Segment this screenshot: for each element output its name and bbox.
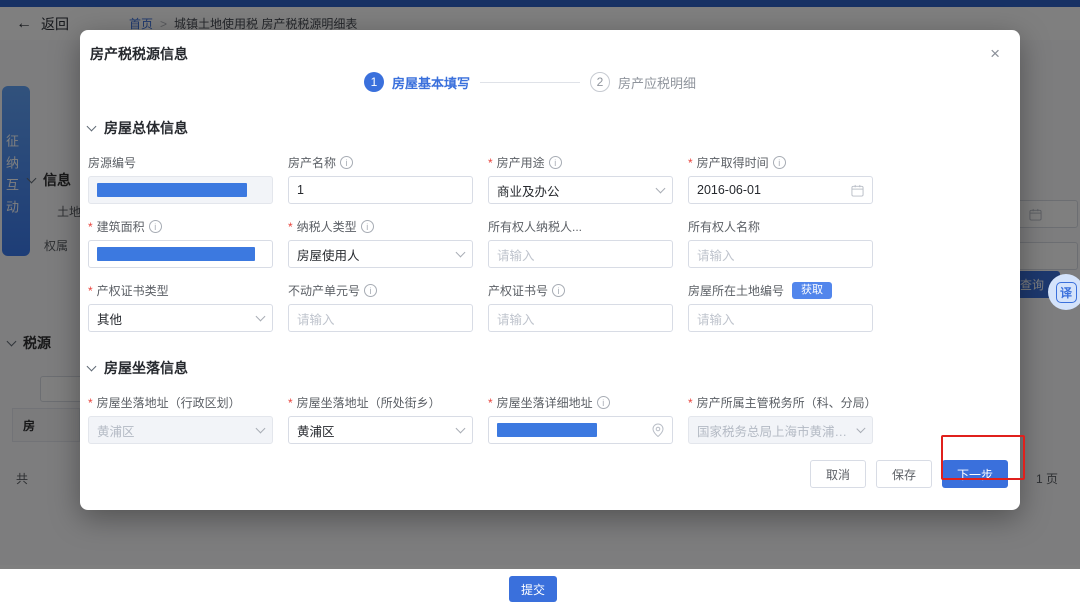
- step-1-circle: 1: [364, 72, 384, 92]
- property-use-select[interactable]: 商业及办公: [488, 176, 673, 204]
- field-district: 房屋坐落地址（行政区划） 黄浦区: [88, 394, 273, 444]
- property-tax-dialog: 房产税税源信息 × 1 房屋基本填写 2 房产应税明细 房屋总体信息 房源编号: [80, 30, 1020, 510]
- redaction-bar: [497, 423, 597, 437]
- field-land-code: 房屋所在土地编号 获取 请输入: [688, 282, 873, 332]
- tax-office-select-disabled: 国家税务总局上海市黄浦区税务局第...: [688, 416, 873, 444]
- chevron-down-icon: [87, 121, 97, 131]
- chevron-down-icon: [256, 312, 266, 322]
- info-icon[interactable]: [773, 156, 786, 169]
- field-cert-type: 产权证书类型 其他: [88, 282, 273, 332]
- chevron-down-icon: [256, 424, 266, 434]
- owner-name-input[interactable]: 请输入: [688, 240, 873, 268]
- field-taxpayer-type: 纳税人类型 房屋使用人: [288, 218, 473, 268]
- chevron-down-icon: [456, 424, 466, 434]
- info-icon[interactable]: [340, 156, 353, 169]
- cert-no-input[interactable]: 请输入: [488, 304, 673, 332]
- location-pin-icon: [652, 423, 664, 437]
- field-label: 房产用途: [488, 154, 673, 171]
- land-code-input[interactable]: 请输入: [688, 304, 873, 332]
- district-select-disabled: 黄浦区: [88, 416, 273, 444]
- field-label: 房屋坐落地址（所处街乡）: [288, 394, 473, 411]
- field-label: 产权证书号: [488, 282, 673, 299]
- dialog-footer: 取消 保存 下一步: [88, 460, 1008, 488]
- step-connector: [480, 82, 580, 83]
- save-button[interactable]: 保存: [876, 460, 932, 488]
- field-label: 房屋所在土地编号 获取: [688, 282, 873, 299]
- chevron-down-icon: [656, 184, 666, 194]
- field-label: 房产所属主管税务所（科、分局）: [688, 394, 873, 411]
- field-label: 所有权人名称: [688, 218, 873, 235]
- property-name-input[interactable]: 1: [288, 176, 473, 204]
- field-street: 房屋坐落地址（所处街乡） 黄浦区: [288, 394, 473, 444]
- field-property-use: 房产用途 商业及办公: [488, 154, 673, 204]
- annotation-highlight-box: [941, 435, 1025, 480]
- chevron-down-icon: [857, 424, 866, 433]
- chevron-down-icon: [87, 361, 97, 371]
- step-2-detail: 2 房产应税明细: [590, 72, 696, 92]
- field-property-name: 房产名称 1: [288, 154, 473, 204]
- dialog-title: 房产税税源信息: [90, 44, 1020, 64]
- close-icon[interactable]: ×: [990, 45, 1000, 62]
- field-label: 房产名称: [288, 154, 473, 171]
- step-2-label: 房产应税明细: [618, 73, 696, 92]
- info-icon[interactable]: [549, 156, 562, 169]
- detail-address-input[interactable]: [488, 416, 673, 444]
- field-label: 房屋坐落详细地址: [488, 394, 673, 411]
- street-select[interactable]: 黄浦区: [288, 416, 473, 444]
- redaction-bar: [97, 183, 247, 197]
- info-icon[interactable]: [364, 284, 377, 297]
- field-house-code: 房源编号: [88, 154, 273, 204]
- fetch-button[interactable]: 获取: [792, 282, 832, 300]
- location-fields-grid: 房屋坐落地址（行政区划） 黄浦区 房屋坐落地址（所处街乡） 黄浦区 房屋坐落详细…: [88, 394, 1008, 444]
- info-icon[interactable]: [552, 284, 565, 297]
- field-label: 不动产单元号: [288, 282, 473, 299]
- acquire-date-input[interactable]: 2016-06-01: [688, 176, 873, 204]
- redaction-bar: [97, 247, 255, 261]
- field-label: 房产取得时间: [688, 154, 873, 171]
- cert-type-select[interactable]: 其他: [88, 304, 273, 332]
- field-label: 纳税人类型: [288, 218, 473, 235]
- info-icon[interactable]: [597, 396, 610, 409]
- estate-unit-no-input[interactable]: 请输入: [288, 304, 473, 332]
- section-header-basic[interactable]: 房屋总体信息: [88, 118, 1008, 138]
- owner-taxpayer-input[interactable]: 请输入: [488, 240, 673, 268]
- field-label: 建筑面积: [88, 218, 273, 235]
- calendar-icon: [851, 184, 864, 197]
- field-building-area: 建筑面积: [88, 218, 273, 268]
- info-icon[interactable]: [149, 220, 162, 233]
- step-2-circle: 2: [590, 72, 610, 92]
- field-detail-address: 房屋坐落详细地址: [488, 394, 673, 444]
- field-estate-unit-no: 不动产单元号 请输入: [288, 282, 473, 332]
- field-owner-name: 所有权人名称 请输入: [688, 218, 873, 268]
- basic-fields-grid: 房源编号 房产名称 1 房产用途 商: [88, 154, 1008, 332]
- house-code-input-disabled: [88, 176, 273, 204]
- section-header-location[interactable]: 房屋坐落信息: [88, 358, 1008, 378]
- step-1-label: 房屋基本填写: [392, 73, 470, 92]
- field-label: 所有权人纳税人...: [488, 218, 673, 235]
- cancel-button[interactable]: 取消: [810, 460, 866, 488]
- taxpayer-type-select[interactable]: 房屋使用人: [288, 240, 473, 268]
- step-1-basic: 1 房屋基本填写: [364, 72, 470, 92]
- translate-float-button[interactable]: 译: [1048, 274, 1080, 310]
- field-owner-taxpayer: 所有权人纳税人... 请输入: [488, 218, 673, 268]
- field-cert-no: 产权证书号 请输入: [488, 282, 673, 332]
- building-area-input[interactable]: [88, 240, 273, 268]
- field-tax-office: 房产所属主管税务所（科、分局） 国家税务总局上海市黄浦区税务局第...: [688, 394, 873, 444]
- info-icon[interactable]: [361, 220, 374, 233]
- wizard-steps: 1 房屋基本填写 2 房产应税明细: [80, 72, 980, 92]
- field-label: 房屋坐落地址（行政区划）: [88, 394, 273, 411]
- field-label: 房源编号: [88, 154, 273, 171]
- field-acquire-date: 房产取得时间 2016-06-01: [688, 154, 873, 204]
- translate-icon: 译: [1056, 282, 1077, 303]
- field-label: 产权证书类型: [88, 282, 273, 299]
- chevron-down-icon: [456, 248, 466, 258]
- submit-button[interactable]: 提交: [509, 576, 557, 602]
